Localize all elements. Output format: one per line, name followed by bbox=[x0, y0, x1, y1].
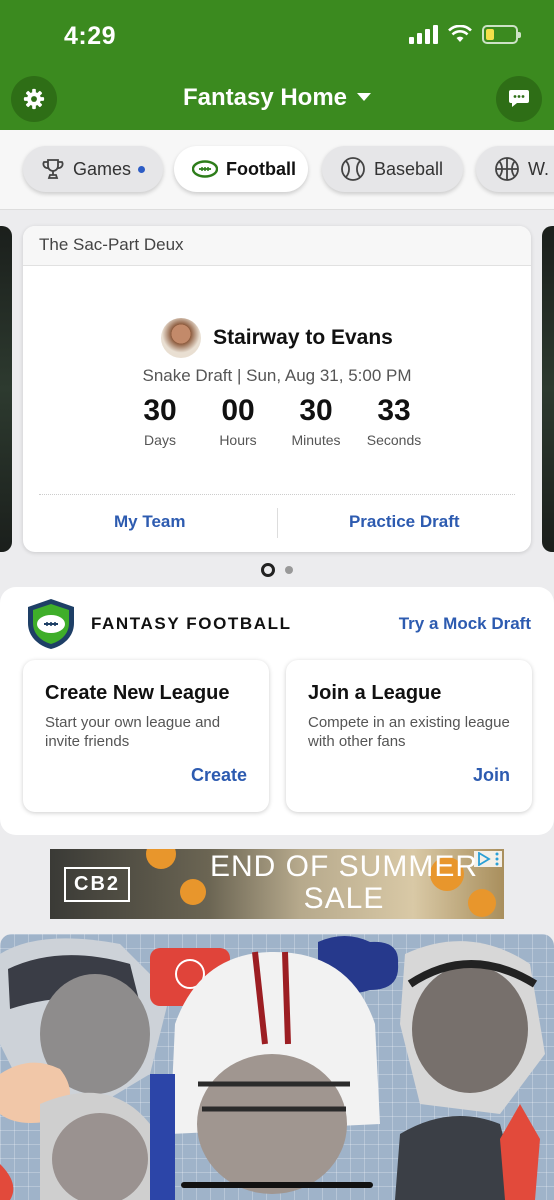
notification-dot bbox=[138, 165, 145, 173]
join-league-title: Join a League bbox=[308, 682, 442, 704]
tab-games[interactable]: Games bbox=[23, 146, 163, 192]
tab-baseball-label: Baseball bbox=[374, 158, 444, 179]
baseball-icon bbox=[340, 156, 366, 182]
tab-baseball[interactable]: Baseball bbox=[322, 146, 463, 192]
header-title: Fantasy Home bbox=[182, 84, 348, 111]
countdown-label: Days bbox=[144, 432, 176, 448]
tab-basketball[interactable]: W. B bbox=[476, 146, 554, 192]
chat-bubble-icon bbox=[509, 90, 529, 107]
football-icon bbox=[192, 160, 218, 178]
pager-dot-active[interactable] bbox=[261, 563, 275, 577]
countdown-label: Seconds bbox=[366, 432, 422, 448]
adchoices-icon bbox=[478, 852, 491, 866]
countdown-seconds: 33 Seconds bbox=[355, 394, 433, 448]
pager-dot[interactable] bbox=[285, 566, 293, 574]
countdown-value: 33 bbox=[377, 394, 411, 427]
countdown-value: 30 bbox=[143, 394, 177, 427]
practice-draft-link[interactable]: Practice Draft bbox=[278, 512, 532, 538]
status-icons bbox=[409, 24, 521, 44]
sport-tabs: Games Football Baseball W. B bbox=[0, 130, 554, 210]
previous-card-peek[interactable] bbox=[0, 226, 12, 552]
more-vertical-icon bbox=[495, 852, 499, 866]
trophy-icon bbox=[41, 157, 65, 181]
fantasy-football-section: FANTASY FOOTBALL Try a Mock Draft Create… bbox=[0, 587, 554, 835]
carousel-pager bbox=[0, 563, 554, 577]
player-collage-illustration bbox=[0, 936, 545, 1200]
status-time: 4:29 bbox=[64, 22, 117, 50]
countdown-value: 30 bbox=[299, 394, 333, 427]
battery-icon bbox=[482, 24, 521, 44]
my-team-link[interactable]: My Team bbox=[23, 512, 277, 538]
card-actions: My Team Practice Draft bbox=[23, 508, 532, 538]
featured-promo-image[interactable] bbox=[0, 934, 554, 1200]
create-league-card[interactable]: Create New League Start your own league … bbox=[23, 660, 269, 812]
create-league-button[interactable]: Create bbox=[191, 765, 247, 786]
countdown-minutes: 30 Minutes bbox=[277, 394, 355, 448]
team-avatar bbox=[161, 318, 202, 358]
create-league-description: Start your own league and invite friends bbox=[45, 714, 221, 750]
draft-card[interactable]: The Sac-Part Deux Stairway to Evans Snak… bbox=[23, 226, 531, 552]
tab-basketball-label: W. B bbox=[528, 158, 554, 179]
countdown-label: Hours bbox=[219, 432, 257, 448]
fantasy-football-shield-icon bbox=[24, 597, 78, 656]
tab-football[interactable]: Football bbox=[174, 146, 308, 192]
basketball-icon bbox=[494, 156, 520, 182]
join-league-description: Compete in an existing league with other… bbox=[308, 714, 510, 750]
tab-games-label: Games bbox=[73, 158, 132, 179]
draft-info: Snake Draft | Sun, Aug 31, 5:00 PM bbox=[142, 366, 412, 385]
chat-button[interactable] bbox=[496, 76, 542, 122]
countdown-label: Minutes bbox=[291, 432, 341, 448]
team-name: Stairway to Evans bbox=[213, 326, 393, 349]
draft-countdown: 30 Days 00 Hours 30 Minutes 33 Seconds bbox=[23, 394, 531, 448]
team-row: Stairway to Evans bbox=[23, 318, 531, 358]
join-league-button[interactable]: Join bbox=[473, 765, 510, 786]
app-header: 4:29 Fantasy Home bbox=[0, 0, 554, 130]
ad-headline: END OF SUMMER SALE bbox=[210, 850, 478, 915]
card-divider bbox=[39, 494, 515, 495]
cellular-signal-icon bbox=[409, 24, 438, 44]
countdown-hours: 00 Hours bbox=[199, 394, 277, 448]
ad-decoration bbox=[146, 849, 176, 869]
countdown-value: 00 bbox=[221, 394, 255, 427]
tab-football-label: Football bbox=[226, 158, 296, 179]
mock-draft-link[interactable]: Try a Mock Draft bbox=[399, 614, 531, 634]
adchoices-button[interactable] bbox=[474, 851, 502, 867]
home-indicator[interactable] bbox=[181, 1182, 373, 1188]
wifi-icon bbox=[448, 25, 472, 42]
create-league-title: Create New League bbox=[45, 682, 230, 704]
league-name: The Sac-Part Deux bbox=[23, 226, 531, 266]
fantasy-football-title: FANTASY FOOTBALL bbox=[91, 614, 292, 633]
countdown-days: 30 Days bbox=[121, 394, 199, 448]
caret-down-icon bbox=[357, 92, 372, 101]
ad-banner[interactable]: CB2 END OF SUMMER SALE bbox=[50, 849, 504, 919]
next-card-peek[interactable] bbox=[542, 226, 554, 552]
header-title-dropdown[interactable]: Fantasy Home bbox=[0, 84, 554, 112]
join-league-card[interactable]: Join a League Compete in an existing lea… bbox=[286, 660, 532, 812]
ad-brand-logo: CB2 bbox=[64, 867, 131, 902]
